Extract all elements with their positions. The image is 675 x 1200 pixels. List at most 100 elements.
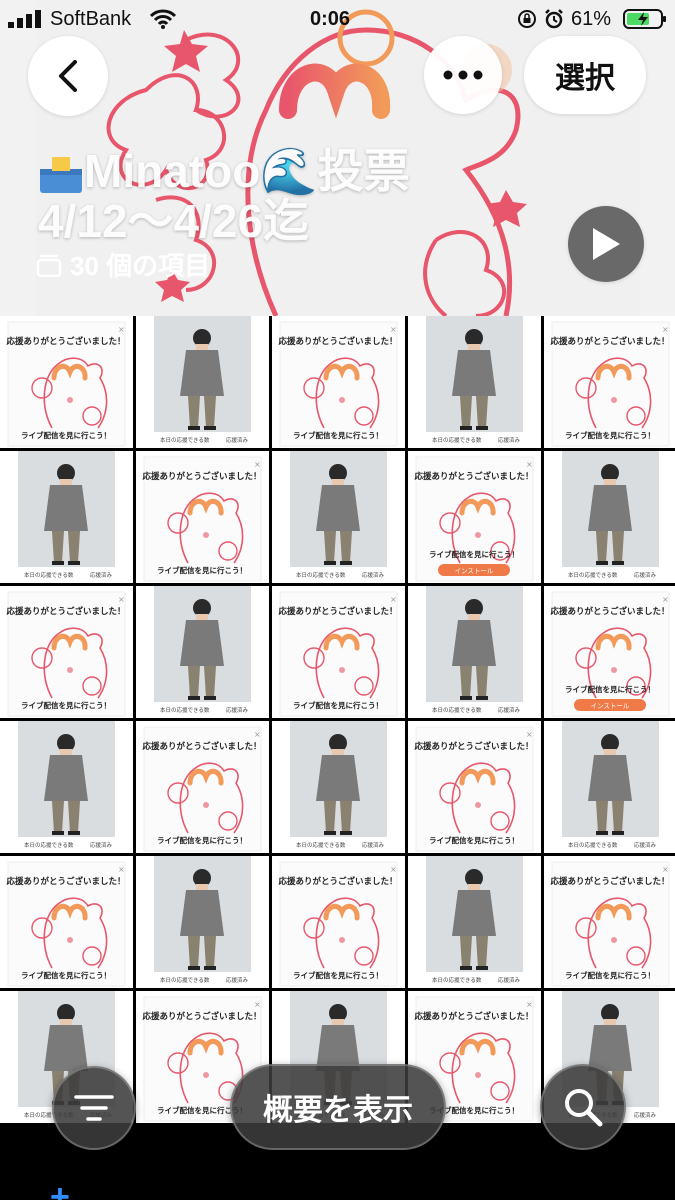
cellular-signal-icon: [8, 10, 41, 28]
thumbnail-text: ×: [118, 325, 125, 334]
photo-thumbnail-thanks-card[interactable]: 応援ありがとうございました！ × ライブ配信を見に行こう！: [272, 586, 405, 718]
thumbnail-text: 本日の応援できる数: [160, 706, 210, 714]
photo-thumbnail-thanks-card[interactable]: 応援ありがとうございました！ × ライブ配信を見に行こう！: [272, 856, 405, 988]
photo-thumbnail-portrait[interactable]: 本日の応援できる数 応援済み: [408, 586, 541, 718]
portrait-image: 本日の応援できる数 応援済み: [408, 856, 541, 988]
thumbnail-text: 応援済み: [362, 571, 385, 579]
mascot-card-image: 応援ありがとうございました！ × ライブ配信を見に行こう！: [136, 721, 269, 853]
thumbnail-text: ライブ配信を見に行こう！: [293, 430, 383, 440]
back-button[interactable]: [28, 36, 108, 116]
portrait-image: 本日の応援できる数 応援済み: [0, 451, 133, 583]
photo-thumbnail-portrait[interactable]: 本日の応援できる数 応援済み: [544, 721, 675, 853]
portrait-image: 本日の応援できる数 応援済み: [272, 451, 405, 583]
photo-thumbnail-thanks-card[interactable]: 応援ありがとうございました！ × ライブ配信を見に行こう！: [0, 856, 133, 988]
photo-thumbnail-portrait[interactable]: 本日の応援できる数 応援済み: [408, 316, 541, 448]
thumbnail-text: 本日の応援できる数: [432, 706, 482, 714]
photo-grid: 応援ありがとうございました！ × ライブ配信を見に行こう！ 本日の応援できる数 …: [0, 316, 675, 1123]
portrait-image: 本日の応援できる数 応援済み: [544, 451, 675, 583]
photo-thumbnail-thanks-card[interactable]: 応援ありがとうございました！ × ライブ配信を見に行こう！: [136, 451, 269, 583]
mascot-card-image: 応援ありがとうございました！ × ライブ配信を見に行こう！: [0, 856, 133, 988]
photo-thumbnail-thanks-card[interactable]: 応援ありがとうございました！ × ライブ配信を見に行こう！ インストール: [408, 451, 541, 583]
thumbnail-text: ×: [118, 595, 125, 604]
thumbnail-text: ×: [662, 325, 669, 334]
photo-thumbnail-thanks-card[interactable]: 応援ありがとうございました！ × ライブ配信を見に行こう！: [0, 316, 133, 448]
thumbnail-text: 応援ありがとうございました！: [413, 1011, 533, 1022]
filter-button[interactable]: [52, 1066, 136, 1150]
thumbnail-text: 応援ありがとうございました！: [413, 471, 533, 482]
mascot-card-image: 応援ありがとうございました！ × ライブ配信を見に行こう！: [136, 451, 269, 583]
photo-thumbnail-thanks-card[interactable]: 応援ありがとうございました！ × ライブ配信を見に行こう！: [408, 721, 541, 853]
photo-thumbnail-thanks-card[interactable]: 応援ありがとうございました！ × ライブ配信を見に行こう！: [544, 316, 675, 448]
play-icon: [593, 228, 620, 260]
search-icon: [565, 1089, 603, 1127]
photo-thumbnail-portrait[interactable]: 本日の応援できる数 応援済み: [408, 856, 541, 988]
album-item-count: 30 個の項目: [36, 246, 210, 283]
thumbnail-text: ライブ配信を見に行こう！: [21, 430, 111, 440]
thumbnail-text: ×: [390, 595, 397, 604]
photo-thumbnail-portrait[interactable]: 本日の応援できる数 応援済み: [136, 586, 269, 718]
thumbnail-text: インストール: [455, 567, 494, 575]
thumbnail-text: 応援済み: [362, 841, 385, 849]
photo-thumbnail-portrait[interactable]: 本日の応援できる数 応援済み: [0, 721, 133, 853]
thumbnail-text: 本日の応援できる数: [24, 571, 74, 579]
thumbnail-text: ×: [254, 1000, 261, 1009]
thumbnail-text: ライブ配信を見に行こう！: [21, 970, 111, 980]
thumbnail-text: ライブ配信を見に行こう！: [157, 835, 247, 845]
thumbnail-text: 応援ありがとうございました！: [141, 1011, 261, 1022]
thumbnail-text: ×: [254, 460, 261, 469]
album-title: Minatoo🌊投票 4/12〜4/26迄: [38, 146, 598, 246]
thumbnail-text: 応援済み: [634, 1111, 657, 1119]
thumbnail-text: 応援済み: [226, 976, 249, 984]
mascot-card-image: 応援ありがとうございました！ × ライブ配信を見に行こう！ インストール: [544, 586, 675, 718]
thumbnail-text: ×: [390, 325, 397, 334]
mascot-card-image: 応援ありがとうございました！ × ライブ配信を見に行こう！ インストール: [408, 451, 541, 583]
photo-thumbnail-portrait[interactable]: 本日の応援できる数 応援済み: [0, 451, 133, 583]
portrait-image: 本日の応援できる数 応援済み: [136, 316, 269, 448]
thumbnail-text: 応援ありがとうございました！: [549, 336, 669, 347]
status-bar: SoftBank 0:06 61%: [0, 0, 675, 40]
filter-lines-icon: [74, 1095, 114, 1121]
thumbnail-text: 応援ありがとうございました！: [277, 606, 397, 617]
thumbnail-text: ライブ配信を見に行こう！: [21, 700, 111, 710]
album-header: SoftBank 0:06 61% 選択 Minatoo🌊投票 4/12〜4/2…: [0, 0, 675, 316]
thumbnail-text: 応援ありがとうございました！: [413, 741, 533, 752]
portrait-image: 本日の応援できる数 応援済み: [544, 721, 675, 853]
photo-thumbnail-portrait[interactable]: 本日の応援できる数 応援済み: [272, 721, 405, 853]
photo-thumbnail-portrait[interactable]: 本日の応援できる数 応援済み: [136, 856, 269, 988]
carrier-name: SoftBank: [50, 8, 132, 30]
photo-thumbnail-thanks-card[interactable]: 応援ありがとうございました！ × ライブ配信を見に行こう！: [136, 721, 269, 853]
portrait-image: 本日の応援できる数 応援済み: [408, 586, 541, 718]
clock-time: 0:06: [310, 8, 351, 30]
mascot-card-image: 応援ありがとうございました！ × ライブ配信を見に行こう！: [0, 316, 133, 448]
mascot-card-image: 応援ありがとうございました！ × ライブ配信を見に行こう！: [544, 316, 675, 448]
photo-thumbnail-thanks-card[interactable]: 応援ありがとうございました！ × ライブ配信を見に行こう！: [544, 856, 675, 988]
mascot-card-image: 応援ありがとうございました！ × ライブ配信を見に行こう！: [0, 586, 133, 718]
search-button[interactable]: [540, 1064, 626, 1150]
photo-thumbnail-thanks-card[interactable]: 応援ありがとうございました！ × ライブ配信を見に行こう！ インストール: [544, 586, 675, 718]
play-slideshow-button[interactable]: [568, 206, 644, 282]
thumbnail-text: 本日の応援できる数: [160, 436, 210, 444]
thumbnail-text: 応援済み: [634, 841, 657, 849]
alarm-icon: [545, 9, 563, 29]
select-button[interactable]: 選択: [524, 36, 646, 114]
thumbnail-text: 本日の応援できる数: [432, 976, 482, 984]
thumbnail-text: 本日の応援できる数: [568, 841, 618, 849]
photo-thumbnail-portrait[interactable]: 本日の応援できる数 応援済み: [272, 451, 405, 583]
thumbnail-text: 応援ありがとうございました！: [5, 336, 125, 347]
photo-thumbnail-portrait[interactable]: 本日の応援できる数 応援済み: [544, 451, 675, 583]
thumbnail-text: 応援済み: [90, 841, 113, 849]
photo-thumbnail-thanks-card[interactable]: 応援ありがとうございました！ × ライブ配信を見に行こう！: [272, 316, 405, 448]
thumbnail-text: ×: [662, 595, 669, 604]
more-options-button[interactable]: [424, 36, 502, 114]
photo-thumbnail-portrait[interactable]: 本日の応援できる数 応援済み: [136, 316, 269, 448]
thumbnail-text: 応援済み: [498, 706, 521, 714]
show-summary-button[interactable]: 概要を表示: [230, 1064, 446, 1150]
mascot-card-image: 応援ありがとうございました！ × ライブ配信を見に行こう！: [272, 316, 405, 448]
album-title-line2: 4/12〜4/26迄: [38, 195, 310, 247]
plus-icon[interactable]: +: [50, 1178, 70, 1200]
photo-thumbnail-thanks-card[interactable]: 応援ありがとうございました！ × ライブ配信を見に行こう！: [0, 586, 133, 718]
thumbnail-text: 応援済み: [226, 436, 249, 444]
portrait-image: 本日の応援できる数 応援済み: [408, 316, 541, 448]
thumbnail-text: ライブ配信を見に行こう！: [565, 430, 655, 440]
portrait-image: 本日の応援できる数 応援済み: [272, 721, 405, 853]
